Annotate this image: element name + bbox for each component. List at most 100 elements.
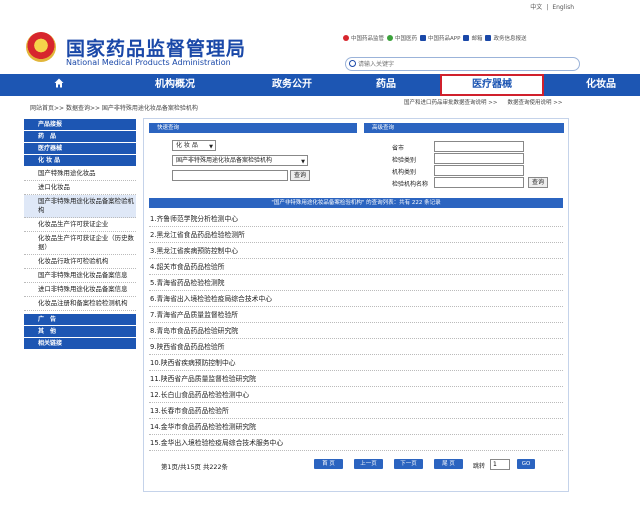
fast-search-input[interactable] [172, 170, 288, 181]
nav-cosmetics[interactable]: 化妆品 [544, 74, 640, 96]
result-row[interactable]: 11.陕西省产品质量监督检验研究院 [149, 371, 563, 387]
report-icon [485, 35, 492, 41]
result-row[interactable]: 3.黑龙江省疾病预防控制中心 [149, 243, 563, 259]
result-row[interactable]: 9.陕西省食品药品检验所 [149, 339, 563, 355]
nav-government-affairs[interactable]: 政务公开 [232, 74, 352, 96]
sidebar: 产品接报 药 品 医疗器械 化 妆 品 国产特殊用途化妆品 进口化妆品 国产非特… [24, 119, 136, 350]
quicklink-label: 中国药品APP [428, 36, 461, 42]
fast-search-button[interactable]: 查询 [290, 170, 310, 181]
result-list-head: "国产非特殊用途化妆品备案检验机构" 的查询列表：共有 222 条记录 [149, 198, 563, 208]
home-icon [54, 78, 64, 88]
institution-category-input[interactable] [434, 165, 524, 176]
sidebar-item-registration-testing-institutions[interactable]: 化妆品注册和备案检验检测机构 [24, 297, 136, 311]
jump-page-input[interactable] [490, 459, 510, 470]
sidebar-item-imported-filing-info[interactable]: 进口非特殊用途化妆品备案信息 [24, 283, 136, 297]
query-help-links: 国产和进口药品审批数据查询说明 >> 数据查询使用说明 >> [404, 98, 572, 106]
result-row[interactable]: 8.青岛市食品药品检验研究院 [149, 323, 563, 339]
advanced-search-button[interactable]: 查询 [528, 177, 548, 188]
inspection-category-label: 检验类别 [392, 157, 417, 164]
sidebar-item-license-inspection-institutions[interactable]: 化妆品行政许可检验机构 [24, 255, 136, 269]
result-row[interactable]: 13.长春市食品药品检验所 [149, 403, 563, 419]
sidebar-head-devices[interactable]: 医疗器械 [24, 143, 136, 154]
sidebar-item-filing-inspection-institutions[interactable]: 国产非特殊用途化妆品备案检验机构 [24, 195, 136, 218]
quicklink-weixin[interactable]: 中国医药 [387, 34, 417, 42]
sidebar-item-domestic-special-cosmetics[interactable]: 国产特殊用途化妆品 [24, 167, 136, 181]
sidebar-head-drugs[interactable]: 药 品 [24, 131, 136, 142]
result-row[interactable]: 14.金华市食品药品检验检测研究院 [149, 419, 563, 435]
result-row[interactable]: 2.黑龙江省食品药品检验检测所 [149, 227, 563, 243]
database-select-value: 国产非特殊用途化妆品备案检验机构 [176, 157, 273, 164]
result-row[interactable]: 7.青海省产品质量监督检验所 [149, 307, 563, 323]
prev-page-button[interactable]: 上一页 [354, 459, 383, 469]
site-title-chinese[interactable]: 国家药品监督管理局 [66, 34, 246, 61]
header-quicklinks: 中国药品监管 中国医药 中国药品APP 邮箱 政务信息报送 [343, 34, 583, 42]
province-label: 省市 [392, 145, 405, 152]
mail-icon [463, 35, 470, 41]
province-input[interactable] [434, 141, 524, 152]
result-row[interactable]: 1.齐鲁师范学院分析检测中心 [149, 211, 563, 227]
breadcrumb[interactable]: 网站首页>> 数据查询>> 国产非特殊用途化妆品备案检验机构 [30, 103, 198, 112]
advanced-search-head: 高级查询 [364, 123, 564, 133]
category-select[interactable]: 化 妆 品 ▼ [172, 140, 216, 151]
result-row[interactable]: 12.长白山食品药品检验检测中心 [149, 387, 563, 403]
site-title-english: National Medical Products Administration [66, 58, 231, 67]
quicklink-label: 邮箱 [471, 36, 483, 42]
result-row[interactable]: 6.青海省出入境检验检疫局综合技术中心 [149, 291, 563, 307]
next-page-button[interactable]: 下一页 [394, 459, 423, 469]
result-row[interactable]: 15.金华出入境检验检疫局综合技术服务中心 [149, 435, 563, 451]
database-select[interactable]: 国产非特殊用途化妆品备案检验机构 ▼ [172, 155, 308, 166]
result-row[interactable]: 10.陕西省疾病预防控制中心 [149, 355, 563, 371]
fast-search-head: 快速查询 [149, 123, 357, 133]
sidebar-head-cosmetics[interactable]: 化 妆 品 [24, 155, 136, 166]
quicklink-label: 中国药品监管 [351, 36, 385, 42]
first-page-button[interactable]: 首 页 [314, 459, 343, 469]
search-icon[interactable] [349, 60, 356, 67]
quicklink-mail[interactable]: 邮箱 [463, 34, 482, 42]
inspection-category-input[interactable] [434, 153, 524, 164]
weixin-icon [387, 35, 394, 41]
site-search-input[interactable] [358, 58, 558, 70]
quicklink-app[interactable]: 中国药品APP [420, 34, 460, 42]
query-usage-help-link[interactable]: 数据查询使用说明 >> [507, 100, 562, 106]
last-page-button[interactable]: 尾 页 [434, 459, 463, 469]
quicklink-weibo[interactable]: 中国药品监管 [343, 34, 384, 42]
language-switch: 中文 | English [528, 2, 576, 11]
site-header: 国家药品监督管理局 National Medical Products Admi… [0, 12, 640, 72]
lang-english-link[interactable]: English [552, 4, 574, 11]
sidebar-head-other[interactable]: 其 他 [24, 326, 136, 337]
page-info: 第1页/共15页 共222条 [161, 463, 228, 471]
quicklink-label: 政务信息报送 [493, 36, 527, 42]
institution-name-input[interactable] [434, 177, 524, 188]
institution-name-label: 检验机构名称 [392, 181, 429, 188]
lang-separator: | [546, 4, 549, 11]
result-row[interactable]: 5.青海省药品检验检测院 [149, 275, 563, 291]
category-select-value: 化 妆 品 [176, 142, 198, 149]
mobile-icon [420, 35, 427, 41]
page: 中文 | English 国家药品监督管理局 National Medical Pr… [0, 0, 640, 510]
result-list: 1.齐鲁师范学院分析检测中心 2.黑龙江省食品药品检验检测所 3.黑龙江省疾病预… [149, 211, 563, 451]
sidebar-item-production-license[interactable]: 化妆品生产许可获证企业 [24, 218, 136, 232]
national-emblem-icon [26, 32, 56, 62]
import-drug-query-help-link[interactable]: 国产和进口药品审批数据查询说明 >> [404, 100, 497, 106]
query-panel: 快速查询 高级查询 化 妆 品 ▼ 国产非特殊用途化妆品备案检验机构 ▼ 查询 省市… [143, 118, 569, 492]
go-button[interactable]: GO [517, 459, 535, 469]
sidebar-item-imported-cosmetics[interactable]: 进口化妆品 [24, 181, 136, 195]
sidebar-item-domestic-filing-info[interactable]: 国产非特殊用途化妆品备案信息 [24, 269, 136, 283]
sidebar-item-production-license-history[interactable]: 化妆品生产许可获证企业（历史数据） [24, 232, 136, 255]
nav-drugs[interactable]: 药品 [370, 74, 402, 96]
nav-home[interactable] [0, 74, 118, 96]
weibo-icon [343, 35, 349, 41]
quicklink-report[interactable]: 政务信息报送 [485, 34, 526, 42]
lang-chinese-link[interactable]: 中文 [530, 4, 542, 11]
nav-institution[interactable]: 机构概况 [118, 74, 232, 96]
main-nav: 机构概况 政务公开 药品 医疗器械 化妆品 [0, 74, 640, 96]
institution-category-label: 机构类别 [392, 169, 417, 176]
result-row[interactable]: 4.韶关市食品药品检验所 [149, 259, 563, 275]
quicklink-label: 中国医药 [395, 36, 418, 42]
sidebar-head-ads[interactable]: 广 告 [24, 314, 136, 325]
sidebar-head-product-report[interactable]: 产品接报 [24, 119, 136, 130]
sidebar-head-related-links[interactable]: 相关链接 [24, 338, 136, 349]
site-search-box [345, 57, 580, 71]
chevron-down-icon: ▼ [301, 159, 305, 165]
nav-medical-devices[interactable]: 医疗器械 [440, 74, 544, 96]
